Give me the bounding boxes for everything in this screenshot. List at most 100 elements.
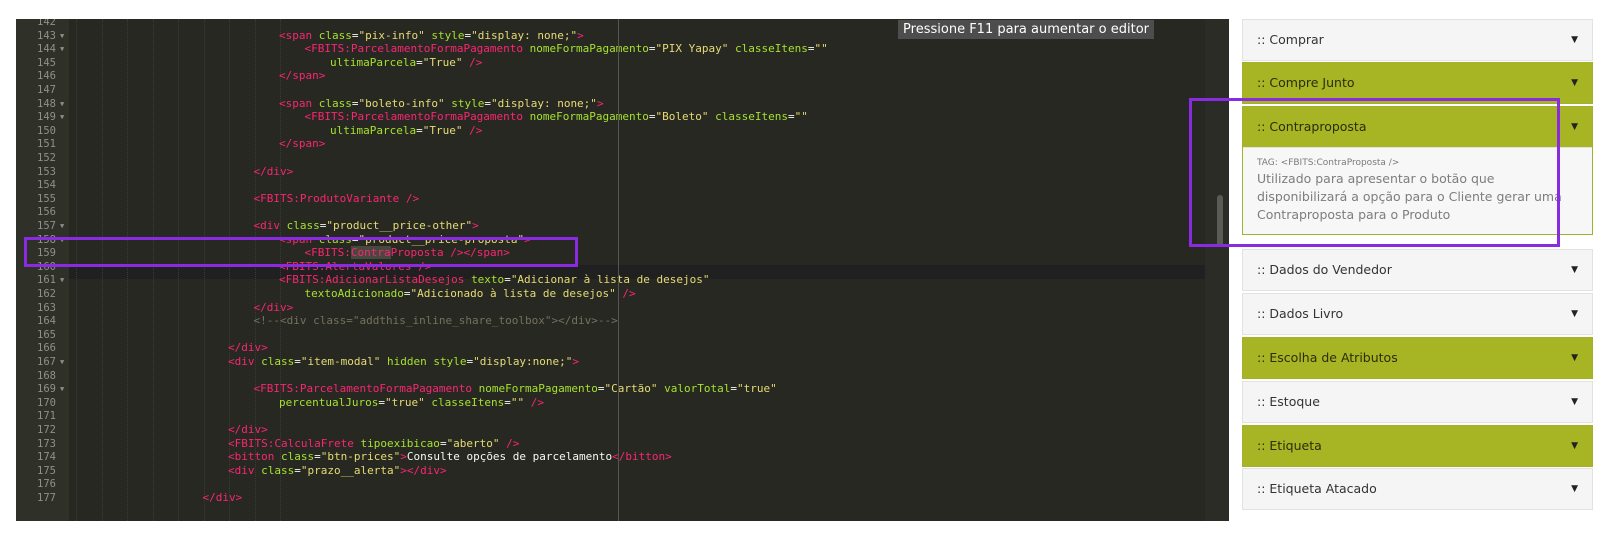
- code-line[interactable]: <span class="boleto-info" style="display…: [279, 97, 604, 111]
- code-line[interactable]: </div>: [254, 165, 294, 179]
- code-line[interactable]: ultimaParcela="True" />: [330, 124, 482, 138]
- panel-header-dados-do-vendedor[interactable]: :: Dados do Vendedor ▼: [1243, 250, 1592, 290]
- caret-down-icon[interactable]: ▼: [1571, 107, 1578, 147]
- panel-header-compre-junto[interactable]: :: Compre Junto ▼: [1243, 63, 1592, 103]
- code-line[interactable]: ultimaParcela="True" />: [330, 56, 482, 70]
- fold-toggle-icon[interactable]: ▼: [60, 382, 64, 396]
- indent-guide: [101, 19, 103, 521]
- code-token: =: [484, 96, 491, 110]
- fold-toggle-icon[interactable]: ▼: [60, 355, 64, 369]
- fold-toggle-icon[interactable]: ▼: [60, 42, 64, 56]
- code-line[interactable]: <FBITS:ProdutoVariante />: [254, 192, 420, 206]
- code-line[interactable]: <FBITS:ParcelamentoFormaPagamento nomeFo…: [254, 382, 777, 396]
- code-token: =: [294, 355, 301, 368]
- panel-dados-livro: :: Dados Livro ▼: [1242, 293, 1593, 335]
- code-token: >: [400, 450, 407, 464]
- code-token: =: [416, 123, 423, 137]
- code-line[interactable]: <FBITS:AdicionarListaDesejos texto="Adic…: [279, 273, 710, 287]
- code-token: "true": [384, 395, 425, 409]
- line-number: 165: [37, 328, 56, 341]
- panel-header-etiqueta-atacado[interactable]: :: Etiqueta Atacado ▼: [1243, 469, 1592, 509]
- code-line[interactable]: </span>: [279, 137, 325, 151]
- caret-down-icon[interactable]: ▼: [1571, 469, 1578, 509]
- code-token: class: [261, 463, 295, 477]
- code-editor[interactable]: 142 143 ▼ 144 ▼ 145 146 147 148 ▼ 149 ▼ 150 151 152 153…: [16, 19, 1229, 521]
- code-line[interactable]: </div>: [228, 423, 268, 437]
- panel-etiqueta-atacado: :: Etiqueta Atacado ▼: [1242, 468, 1593, 510]
- code-line[interactable]: <!--<div class="addthis_inline_share_too…: [254, 314, 618, 328]
- indent-guide: [76, 19, 77, 521]
- code-token: "prazo__alerta": [300, 463, 401, 477]
- panel-header-dados-livro[interactable]: :: Dados Livro ▼: [1243, 294, 1592, 334]
- caret-down-icon[interactable]: ▼: [1571, 426, 1578, 466]
- caret-down-icon[interactable]: ▼: [1571, 250, 1578, 290]
- caret-down-icon[interactable]: ▼: [1571, 382, 1578, 422]
- line-number: 145: [37, 56, 56, 69]
- code-token: <!--<div class="addthis_inline_share_too…: [253, 314, 618, 328]
- caret-down-icon[interactable]: ▼: [1571, 338, 1578, 378]
- code-token: </bitton>: [612, 450, 672, 464]
- caret-down-icon[interactable]: ▼: [1571, 63, 1578, 103]
- panel-header-etiqueta[interactable]: :: Etiqueta ▼: [1243, 426, 1592, 466]
- code-line[interactable]: <div class="prazo__alerta"></div>: [228, 464, 447, 478]
- code-token: "PIX Yapay": [655, 42, 729, 56]
- code-token: "pix-info": [358, 28, 425, 42]
- code-line[interactable]: <FBITS:ParcelamentoFormaPagamento nomeFo…: [305, 110, 808, 124]
- code-token: />: [462, 123, 483, 137]
- fold-toggle-icon[interactable]: ▼: [60, 273, 64, 287]
- line-number: 152: [37, 152, 56, 164]
- code-token: =: [439, 436, 447, 450]
- code-token: "boleto-info": [358, 96, 445, 110]
- code-line[interactable]: <FBITS:CalculaFrete tipoexibicao="aberto…: [228, 437, 519, 451]
- code-line[interactable]: </span>: [279, 69, 325, 83]
- code-line[interactable]: </div>: [203, 491, 243, 505]
- panel-title: :: Escolha de Atributos: [1257, 350, 1398, 365]
- fold-toggle-icon[interactable]: ▼: [60, 97, 64, 111]
- code-line[interactable]: percentualJuros="true" classeItens="" />: [279, 396, 544, 410]
- code-token: "": [814, 42, 828, 56]
- code-token: <div: [228, 355, 262, 368]
- line-number: 173: [37, 437, 56, 450]
- line-number: 146: [37, 70, 56, 83]
- panel-estoque: :: Estoque ▼: [1242, 381, 1593, 423]
- caret-down-icon[interactable]: ▼: [1571, 294, 1578, 334]
- panel-title: :: Compre Junto: [1257, 75, 1355, 90]
- panel-header-comprar[interactable]: :: Comprar ▼: [1243, 20, 1592, 60]
- line-number: 156: [37, 206, 56, 219]
- editor-scrollbar[interactable]: [1205, 19, 1229, 521]
- code-line[interactable]: textoAdicionado="Adicionado à lista de d…: [305, 287, 636, 301]
- panel-header-estoque[interactable]: :: Estoque ▼: [1243, 382, 1592, 422]
- code-line[interactable]: <div class="item-modal" hidden style="di…: [228, 355, 579, 369]
- fold-toggle-icon[interactable]: ▼: [60, 219, 64, 233]
- code-token: >: [596, 96, 604, 110]
- code-token: />: [462, 55, 483, 69]
- code-area[interactable]: <span class="pix-info" style="display: n…: [69, 19, 1205, 521]
- line-number: 144: [37, 43, 56, 56]
- code-line[interactable]: </div>: [254, 301, 294, 315]
- code-line[interactable]: <FBITS:ParcelamentoFormaPagamento nomeFo…: [305, 42, 828, 56]
- panel-title: :: Dados Livro: [1257, 306, 1344, 321]
- code-line[interactable]: <bitton class="btn-prices">Consulte opçõ…: [228, 450, 672, 464]
- code-line[interactable]: <div class="product__price-other">: [254, 219, 479, 233]
- code-token: hidden style: [380, 355, 467, 368]
- code-token: =: [597, 382, 605, 396]
- fold-toggle-icon[interactable]: ▼: [60, 29, 64, 43]
- panel-title: :: Dados do Vendedor: [1257, 262, 1392, 277]
- code-token: classeItens: [708, 110, 788, 124]
- line-number: 171: [37, 410, 56, 423]
- caret-down-icon[interactable]: ▼: [1571, 20, 1578, 60]
- code-token: "Adicionado à lista de desejos": [410, 287, 616, 300]
- panel-etiqueta: :: Etiqueta ▼: [1242, 425, 1593, 467]
- code-line[interactable]: <span class="pix-info" style="display: n…: [279, 29, 584, 43]
- code-token: nomeFormaPagamento: [529, 42, 649, 56]
- line-number: 175: [37, 464, 56, 477]
- code-token: >: [572, 355, 580, 368]
- code-token: =: [787, 110, 795, 124]
- code-token: "": [794, 110, 808, 124]
- highlight-annotation-editor: [24, 237, 578, 267]
- panel-header-escolha-de-atributos[interactable]: :: Escolha de Atributos ▼: [1243, 338, 1592, 378]
- code-line[interactable]: </div>: [228, 341, 268, 355]
- code-token: ultimaParcela: [330, 123, 417, 137]
- fold-toggle-icon[interactable]: ▼: [60, 110, 64, 124]
- code-token: <FBITS:AdicionarListaDesejos: [279, 273, 472, 287]
